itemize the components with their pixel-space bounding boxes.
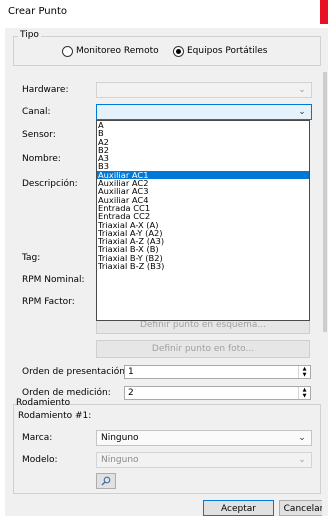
close-button[interactable] [320, 0, 328, 24]
canal-option[interactable]: B [97, 129, 309, 138]
marca-value: Ninguno [101, 433, 139, 443]
search-button[interactable] [96, 473, 116, 489]
canal-select[interactable]: ⌄ [96, 104, 312, 120]
spinner-arrows-icon[interactable]: ▲ ▼ [298, 387, 310, 399]
rpm-nominal-label: RPM Nominal: [22, 275, 85, 285]
canal-option[interactable]: B2 [97, 146, 309, 155]
rodamiento-legend: Rodamiento [16, 398, 71, 408]
tipo-group [13, 36, 321, 66]
radio-equipos-portatiles[interactable] [173, 46, 184, 57]
marca-select[interactable]: Ninguno ⌄ [96, 430, 312, 446]
canal-option[interactable]: Triaxial B-Z (B3) [97, 262, 309, 271]
chevron-down-icon: ⌄ [298, 433, 306, 443]
modelo-value: Ninguno [101, 455, 139, 465]
canal-option[interactable]: A2 [97, 137, 309, 146]
marca-label: Marca: [22, 433, 53, 443]
scrollbar-thumb[interactable] [323, 72, 327, 332]
cancelar-button[interactable]: Cancelar [279, 500, 328, 516]
rodamiento-subtitle: Rodamiento #1: [18, 411, 92, 421]
hardware-label: Hardware: [22, 85, 69, 95]
search-icon [101, 476, 111, 486]
descripcion-label: Descripción: [22, 179, 78, 189]
radio-monitoreo-remoto[interactable] [62, 46, 73, 57]
radio-equipos-portatiles-label[interactable]: Equipos Portátiles [187, 46, 268, 56]
orden-presentacion-input[interactable]: 1 ▲ ▼ [124, 365, 311, 379]
chevron-down-icon: ⌄ [298, 107, 306, 117]
sensor-label: Sensor: [22, 130, 56, 140]
window-title: Crear Punto [8, 6, 68, 17]
orden-presentacion-value: 1 [128, 367, 134, 377]
chevron-down-icon: ⌄ [298, 85, 306, 95]
orden-medicion-input[interactable]: 2 ▲ ▼ [124, 386, 311, 400]
spinner-arrows-icon[interactable]: ▲ ▼ [298, 366, 310, 378]
hardware-select[interactable]: ⌄ [96, 82, 312, 98]
orden-medicion-label: Orden de medición: [22, 388, 111, 398]
canal-option[interactable]: A3 [97, 154, 309, 163]
canal-dropdown-list[interactable]: A B A2 B2 A3 B3 Auxiliar AC1 Auxiliar AC2 Auxili… [96, 120, 310, 321]
chevron-down-icon: ⌄ [298, 455, 306, 465]
aceptar-button[interactable]: Aceptar [203, 500, 274, 516]
orden-medicion-value: 2 [128, 388, 134, 398]
canal-label: Canal: [22, 107, 51, 117]
rpm-factor-label: RPM Factor: [22, 297, 75, 307]
radio-monitoreo-remoto-label[interactable]: Monitoreo Remoto [76, 46, 159, 56]
tipo-legend: Tipo [18, 30, 41, 40]
modelo-label: Modelo: [22, 455, 58, 465]
definir-foto-button[interactable]: Definir punto en foto... [96, 340, 310, 358]
title-bar: Crear Punto [0, 0, 328, 28]
tag-label: Tag: [22, 253, 41, 263]
nombre-label: Nombre: [22, 154, 61, 164]
orden-presentacion-label: Orden de presentación: [22, 367, 128, 377]
canal-option[interactable]: A [97, 121, 309, 129]
modelo-select[interactable]: Ninguno ⌄ [96, 452, 312, 468]
